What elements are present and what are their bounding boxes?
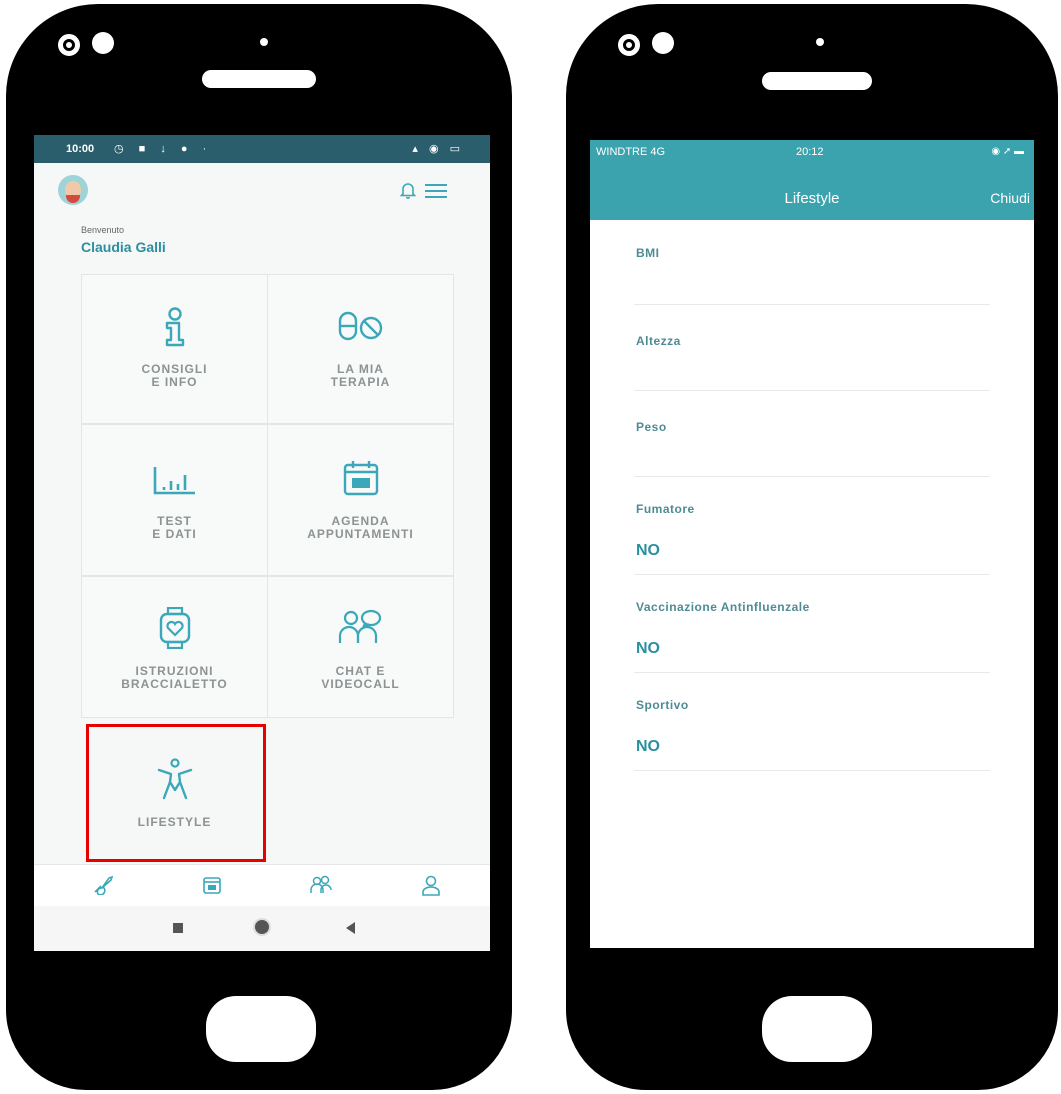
field-value: NO <box>636 542 660 559</box>
front-camera <box>652 32 674 54</box>
sensor-dot <box>816 38 824 46</box>
people-icon[interactable] <box>310 875 332 895</box>
home-button[interactable] <box>762 996 872 1062</box>
tile-istruzioni-braccialetto[interactable]: ISTRUZIONI BRACCIALETTO <box>81 576 268 718</box>
field-vaccinazione[interactable]: Vaccinazione Antinfluenzale NO <box>634 574 990 673</box>
bar-chart-icon <box>153 467 195 495</box>
pill-icon <box>338 311 382 341</box>
calendar-icon <box>343 461 378 496</box>
earpiece-speaker <box>762 72 872 90</box>
home-button[interactable] <box>206 996 316 1062</box>
highlight-box <box>86 724 266 862</box>
earpiece-speaker <box>202 70 316 88</box>
field-fumatore[interactable]: Fumatore NO <box>634 476 990 575</box>
home-nav-icon[interactable] <box>255 920 269 934</box>
field-value: NO <box>636 640 660 657</box>
status-right-icons: ▴ ◉ ▭ <box>412 143 464 155</box>
status-right-icons: ◉ ➚ ▬ <box>991 146 1024 157</box>
sensor-dot <box>260 38 268 46</box>
rocket-icon[interactable] <box>92 875 114 895</box>
front-camera-ring <box>58 34 80 56</box>
bell-icon[interactable] <box>400 181 416 199</box>
android-nav-bar <box>34 906 490 951</box>
tile-label: VIDEOCALL <box>321 677 400 691</box>
tab-bar <box>34 864 490 907</box>
field-label: Fumatore <box>636 502 695 516</box>
tile-chat-videocall[interactable]: CHAT E VIDEOCALL <box>267 576 454 718</box>
field-label: BMI <box>636 246 660 260</box>
front-camera <box>92 32 114 54</box>
left-phone: 10:00 ◷ ■ ↓ ● · ▴ ◉ ▭ Benvenuto Claudia … <box>6 4 512 1090</box>
info-icon <box>165 307 184 347</box>
tile-label: APPUNTAMENTI <box>307 527 414 541</box>
front-camera-ring <box>618 34 640 56</box>
chat-people-icon <box>338 609 381 643</box>
field-altezza[interactable]: Altezza <box>634 304 990 391</box>
page-title: Lifestyle <box>784 190 840 207</box>
hamburger-menu-icon[interactable] <box>425 184 447 198</box>
field-label: Sportivo <box>636 698 689 712</box>
field-label: Altezza <box>636 334 681 348</box>
user-name: Claudia Galli <box>81 239 166 255</box>
back-icon[interactable] <box>346 922 355 934</box>
field-bmi[interactable]: BMI <box>634 236 990 305</box>
calendar-tab-icon[interactable] <box>202 875 222 895</box>
tile-la-mia-terapia[interactable]: LA MIA TERAPIA <box>267 274 454 424</box>
left-screen: 10:00 ◷ ■ ↓ ● · ▴ ◉ ▭ Benvenuto Claudia … <box>34 135 490 951</box>
field-sportivo[interactable]: Sportivo NO <box>634 672 990 771</box>
right-phone: WINDTRE 4G 20:12 ◉ ➚ ▬ Lifestyle Chiudi … <box>566 4 1058 1090</box>
tile-test-dati[interactable]: TEST E DATI <box>81 424 268 576</box>
welcome-label: Benvenuto <box>81 225 125 235</box>
status-bar: 10:00 ◷ ■ ↓ ● · ▴ ◉ ▭ <box>34 135 490 163</box>
right-screen: WINDTRE 4G 20:12 ◉ ➚ ▬ Lifestyle Chiudi … <box>590 140 1034 948</box>
field-value: NO <box>636 738 660 755</box>
tile-consigli-info[interactable]: CONSIGLI E INFO <box>81 274 268 424</box>
tile-agenda-appuntamenti[interactable]: AGENDA APPUNTAMENTI <box>267 424 454 576</box>
tile-label: E DATI <box>152 527 197 541</box>
tile-label: BRACCIALETTO <box>121 677 228 691</box>
status-icons: ◷ ■ ↓ ● · <box>114 143 213 155</box>
field-label: Peso <box>636 420 667 434</box>
profile-icon[interactable] <box>422 875 440 897</box>
tile-label: TERAPIA <box>330 375 391 389</box>
field-peso[interactable]: Peso <box>634 390 990 477</box>
close-button[interactable]: Chiudi <box>990 190 1030 206</box>
smartwatch-icon <box>159 607 190 649</box>
avatar[interactable] <box>58 175 88 205</box>
status-carrier: WINDTRE 4G <box>596 146 666 158</box>
field-label: Vaccinazione Antinfluenzale <box>636 600 810 614</box>
status-time: 10:00 <box>66 143 95 155</box>
tile-label: E INFO <box>151 375 198 389</box>
recent-apps-icon[interactable] <box>173 923 183 933</box>
status-time: 20:12 <box>796 146 824 158</box>
lifestyle-header: WINDTRE 4G 20:12 ◉ ➚ ▬ Lifestyle Chiudi <box>590 140 1034 220</box>
